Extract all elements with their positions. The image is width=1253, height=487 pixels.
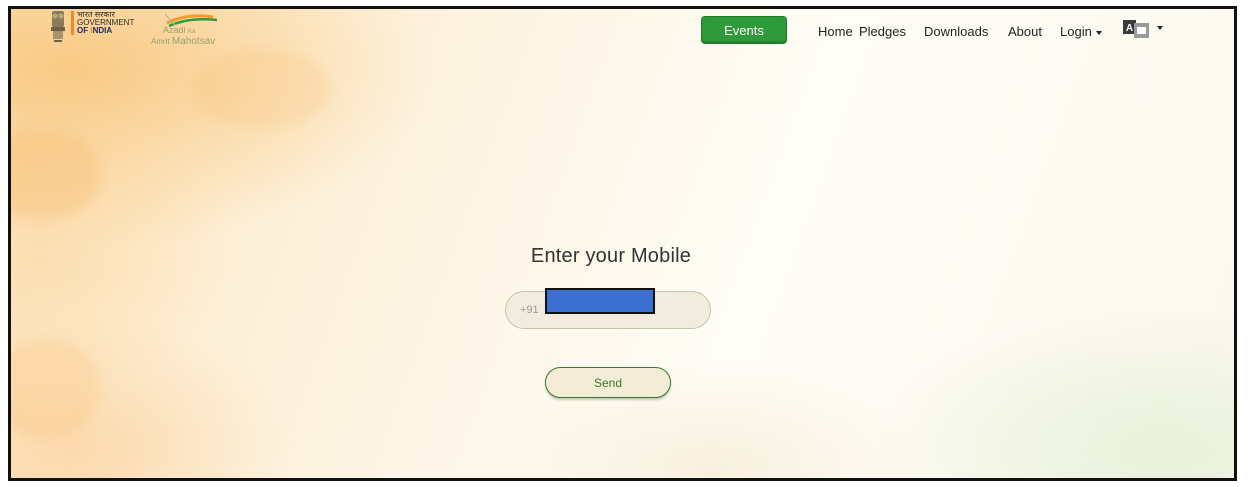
logo-amrit-mahotsav-text: Amrit Mahotsav (151, 36, 215, 47)
page-frame: भारत सरकार GOVERNMENT OF INDIA Azadi Ka … (8, 6, 1237, 481)
goi-ndia: NDIA (92, 26, 113, 35)
background-blot (11, 129, 101, 219)
page-title: Enter your Mobile (530, 245, 692, 267)
translate-icon[interactable]: A (1123, 20, 1149, 38)
government-of-india-logo: भारत सरकार GOVERNMENT OF INDIA (71, 11, 134, 35)
nav-login-dropdown[interactable]: Login (1060, 24, 1102, 39)
background-blot (191, 49, 331, 129)
logo-amrit: Amrit (151, 37, 170, 46)
azadi-ka-amrit-mahotsav-logo: Azadi Ka Amrit Mahotsav (151, 11, 241, 51)
phone-prefix: +91 (520, 304, 539, 316)
events-button[interactable]: Events (701, 16, 787, 44)
caret-down-icon (1095, 30, 1102, 35)
goi-of: OF (77, 26, 91, 35)
national-emblem-icon (51, 11, 65, 42)
logo-azadi: Azadi (163, 25, 186, 35)
goi-of-india-text: OF INDIA (77, 27, 134, 35)
nav-login-label: Login (1060, 24, 1092, 39)
logo-azadi-text: Azadi Ka (163, 25, 195, 35)
send-button[interactable]: Send (545, 367, 671, 398)
svg-text:A: A (1126, 23, 1133, 34)
language-caret-icon[interactable] (1157, 26, 1163, 30)
logo-mahotsav: Mahotsav (171, 36, 216, 47)
nav-pledges-link[interactable]: Pledges (859, 24, 906, 39)
nav-home-link[interactable]: Home (818, 24, 853, 39)
nav-about-link[interactable]: About (1008, 24, 1042, 39)
background-blot (11, 339, 101, 439)
redaction-box (545, 288, 655, 314)
nav-downloads-link[interactable]: Downloads (924, 24, 988, 39)
logo-ka: Ka (188, 29, 196, 35)
